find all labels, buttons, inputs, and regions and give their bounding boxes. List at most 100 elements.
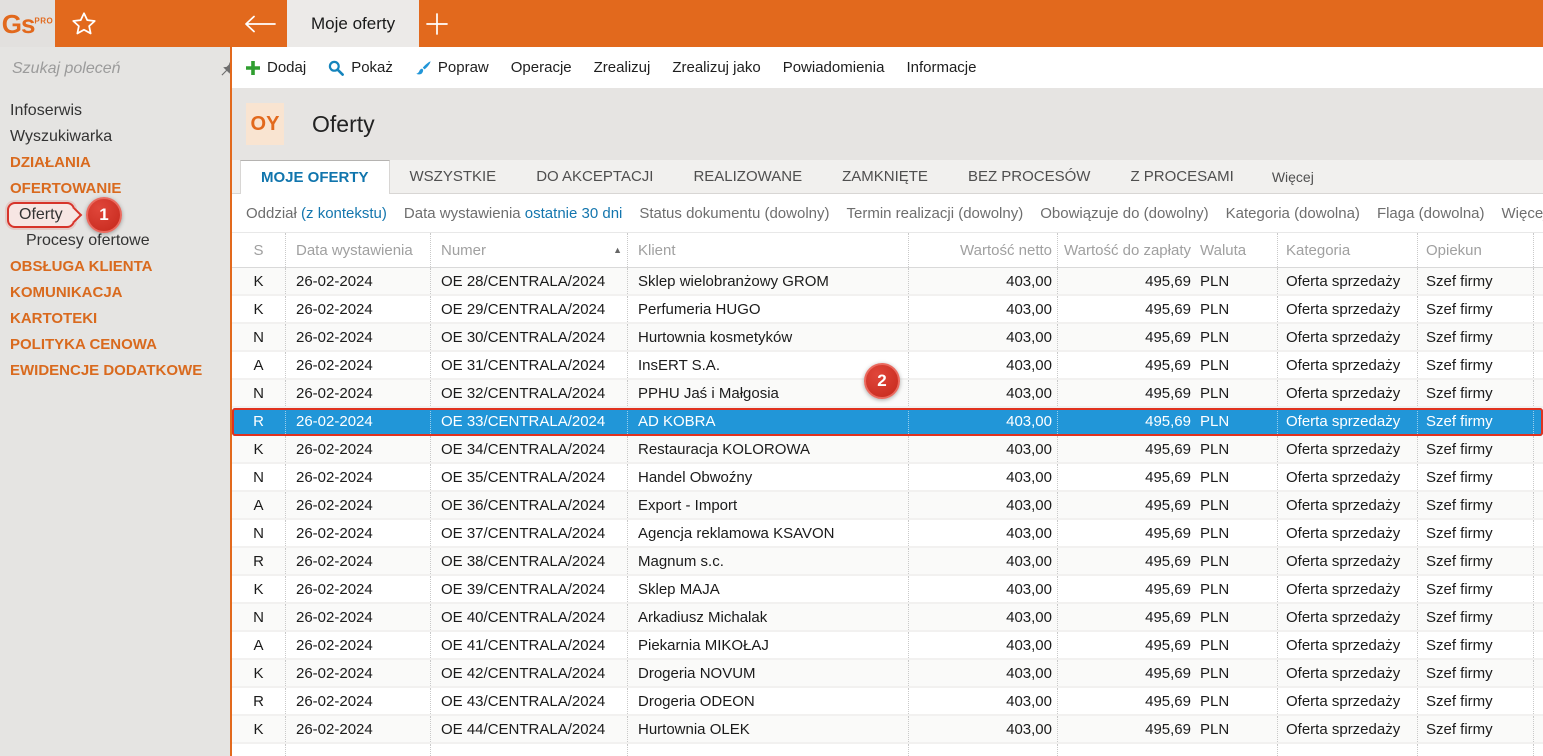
table-row-empty — [232, 744, 1543, 756]
cell-date: 26-02-2024 — [285, 380, 430, 406]
cell-klient: Piekarnia MIKOŁAJ — [627, 632, 908, 658]
cell-netto: 403,00 — [908, 716, 1057, 742]
column-header-kategoria[interactable]: Kategoria — [1277, 233, 1417, 267]
sidebar-item-ofertowanie[interactable]: OFERTOWANIE — [0, 176, 230, 202]
new-tab-plus-icon[interactable] — [424, 12, 450, 36]
column-header-date[interactable]: Data wystawienia — [285, 233, 430, 267]
app-logo[interactable]: GsPRO — [0, 0, 55, 47]
cell-date: 26-02-2024 — [285, 464, 430, 490]
tab-zamkniete[interactable]: ZAMKNIĘTE — [822, 160, 948, 193]
table-row[interactable]: R 26-02-2024 OE 43/CENTRALA/2024 Drogeria O… — [232, 688, 1543, 716]
cell-date: 26-02-2024 — [285, 688, 430, 714]
tab-label: DO AKCEPTACJI — [536, 168, 654, 185]
tab-wszystkie[interactable]: WSZYSTKIE — [390, 160, 517, 193]
filter-data-wystawienia[interactable]: Data wystawienia ostatnie 30 dni — [404, 205, 622, 222]
toolbar-button-label: Informacje — [906, 59, 977, 76]
favorites-star-icon[interactable] — [70, 10, 100, 38]
sidebar-item-infoserwis[interactable]: Infoserwis — [0, 98, 230, 124]
filter-kategoria[interactable]: Kategoria (dowolna) — [1226, 205, 1360, 222]
sidebar-item-wyszukiwarka[interactable]: Wyszukiwarka — [0, 124, 230, 150]
filter-label: Więcej — [1501, 204, 1543, 222]
table-row[interactable]: N 26-02-2024 OE 37/CENTRALA/2024 Agencja re… — [232, 520, 1543, 548]
column-header-zaplata[interactable]: Wartość do zapłaty — [1057, 233, 1196, 267]
tab-bez-procesow[interactable]: BEZ PROCESÓW — [948, 160, 1111, 193]
cell-kategoria: Oferta sprzedaży — [1277, 296, 1417, 322]
sidebar-item-kartoteki[interactable]: KARTOTEKI — [0, 306, 230, 332]
annotation-callout-box: Oferty — [7, 202, 82, 228]
cell-klient: Magnum s.c. — [627, 548, 908, 574]
sidebar-item-procesy-ofertowe[interactable]: Procesy ofertowe — [0, 228, 230, 254]
filter-status-dokumentu[interactable]: Status dokumentu (dowolny) — [639, 205, 829, 222]
operacje-button[interactable]: Operacje — [511, 59, 572, 76]
action-toolbar: Dodaj Pokaż Popraw Operacje Zrealizuj Zrealiz… — [232, 47, 1543, 88]
tab-z-procesami[interactable]: Z PROCESAMI — [1110, 160, 1253, 193]
table-row[interactable]: K 26-02-2024 OE 28/CENTRALA/2024 Sklep wiel… — [232, 268, 1543, 296]
filter-flaga[interactable]: Flaga (dowolna) — [1377, 205, 1485, 222]
column-header-s[interactable]: S — [232, 233, 285, 267]
column-header-numer[interactable]: Numer ▲ — [430, 233, 627, 267]
dodaj-button[interactable]: Dodaj — [246, 59, 306, 76]
cell-date: 26-02-2024 — [285, 632, 430, 658]
table-row[interactable]: K 26-02-2024 OE 42/CENTRALA/2024 Drogeria N… — [232, 660, 1543, 688]
table-row[interactable]: K 26-02-2024 OE 29/CENTRALA/2024 Perfumeria… — [232, 296, 1543, 324]
tab-do-akceptacji[interactable]: DO AKCEPTACJI — [516, 160, 673, 193]
column-header-klient[interactable]: Klient — [627, 233, 908, 267]
toolbar-button-label: Pokaż — [351, 59, 393, 76]
sidebar-item-oferty[interactable]: Oferty 1 — [0, 197, 230, 233]
tab-wiecej[interactable]: Więcej — [1254, 160, 1332, 193]
toolbar-button-label: Dodaj — [267, 59, 307, 76]
search-input[interactable] — [12, 59, 220, 78]
cell-gutter — [1533, 464, 1543, 490]
tab-moje-oferty[interactable]: MOJE OFERTY — [240, 160, 390, 194]
column-header-waluta[interactable]: Waluta — [1196, 233, 1277, 267]
cell-gutter — [1533, 520, 1543, 546]
table-row[interactable]: A 26-02-2024 OE 36/CENTRALA/2024 Export - I… — [232, 492, 1543, 520]
cell-opiekun: Szef firmy — [1417, 268, 1533, 294]
cell-opiekun: Szef firmy — [1417, 408, 1533, 434]
table-row[interactable]: K 26-02-2024 OE 39/CENTRALA/2024 Sklep MAJA… — [232, 576, 1543, 604]
informacje-button[interactable]: Informacje — [906, 59, 976, 76]
column-header-label: Wartość netto — [960, 241, 1052, 259]
cell-gutter — [1533, 492, 1543, 518]
table-row[interactable]: R 26-02-2024 OE 38/CENTRALA/2024 Magnum s.c… — [232, 548, 1543, 576]
sidebar-item-obsluga-klienta[interactable]: OBSŁUGA KLIENTA — [0, 254, 230, 280]
search-icon — [328, 60, 345, 76]
column-header-opiekun[interactable]: Opiekun — [1417, 233, 1533, 267]
column-header-netto[interactable]: Wartość netto — [908, 233, 1057, 267]
cell-kategoria: Oferta sprzedaży — [1277, 716, 1417, 742]
cell-waluta: PLN — [1200, 720, 1230, 738]
cell-numer: OE 38/CENTRALA/2024 — [430, 548, 627, 574]
table-row[interactable]: N 26-02-2024 OE 40/CENTRALA/2024 Arkadiusz … — [232, 604, 1543, 632]
cell-zaplata: 495,69 — [1057, 352, 1196, 378]
cell-s: A — [253, 496, 264, 514]
tab-label: BEZ PROCESÓW — [967, 168, 1091, 185]
table-row[interactable]: K 26-02-2024 OE 44/CENTRALA/2024 Hurtownia … — [232, 716, 1543, 744]
table-row[interactable]: N 26-02-2024 OE 30/CENTRALA/2024 Hurtownia … — [232, 324, 1543, 352]
pokaz-button[interactable]: Pokaż — [328, 59, 393, 76]
tab-realizowane[interactable]: REALIZOWANE — [673, 160, 822, 193]
tab-moje-oferty-topbar[interactable]: Moje oferty — [287, 0, 420, 47]
page-title: Oferty — [312, 110, 375, 137]
filter-termin-realizacji[interactable]: Termin realizacji (dowolny) — [847, 205, 1024, 222]
filter-wiecej[interactable]: Więcej — [1502, 205, 1543, 222]
popraw-button[interactable]: Popraw — [415, 59, 489, 76]
table-row-selected[interactable]: R 26-02-2024 OE 33/CENTRALA/2024 AD KOBRA 40… — [232, 408, 1543, 436]
sidebar-item-label: KARTOTEKI — [10, 310, 98, 327]
cell-zaplata: 495,69 — [1057, 660, 1196, 686]
powiadomienia-button[interactable]: Powiadomienia — [783, 59, 885, 76]
table-row[interactable]: N 26-02-2024 OE 35/CENTRALA/2024 Handel Obw… — [232, 464, 1543, 492]
zrealizuj-button[interactable]: Zrealizuj — [594, 59, 651, 76]
back-arrow-icon[interactable] — [243, 13, 277, 35]
cell-s: K — [253, 440, 264, 458]
filter-oddzial[interactable]: Oddział (z kontekstu) — [246, 205, 387, 222]
table-row[interactable]: A 26-02-2024 OE 41/CENTRALA/2024 Piekarnia … — [232, 632, 1543, 660]
sidebar-item-ewidencje-dodatkowe[interactable]: EWIDENCJE DODATKOWE — [0, 358, 230, 384]
filter-obowiazuje-do[interactable]: Obowiązuje do (dowolny) — [1040, 205, 1208, 222]
cell-waluta: PLN — [1200, 384, 1230, 402]
cell-zaplata: 495,69 — [1057, 520, 1196, 546]
sidebar-item-dzialania[interactable]: DZIAŁANIA — [0, 150, 230, 176]
table-row[interactable]: K 26-02-2024 OE 34/CENTRALA/2024 Restauracj… — [232, 436, 1543, 464]
zrealizuj-jako-button[interactable]: Zrealizuj jako — [672, 59, 760, 76]
sidebar-item-polityka-cenowa[interactable]: POLITYKA CENOWA — [0, 332, 230, 358]
sidebar-item-komunikacja[interactable]: KOMUNIKACJA — [0, 280, 230, 306]
